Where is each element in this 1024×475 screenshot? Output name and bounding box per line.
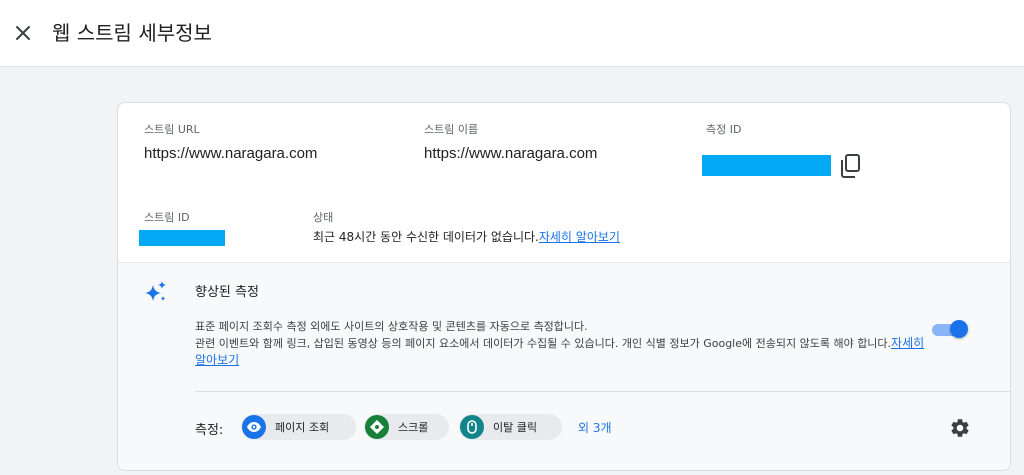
description-line-1: 표준 페이지 조회수 측정 외에도 사이트의 상호작용 및 콘텐츠를 자동으로 … [195,320,588,333]
eye-icon [242,415,266,439]
settings-button[interactable] [949,417,971,439]
stream-id-label: 스트림 ID [144,211,190,224]
top-bar: 웹 스트림 세부정보 [0,0,1024,67]
status-message: 최근 48시간 동안 수신한 데이터가 없습니다.자세히 알아보기 [313,228,620,245]
stream-id-redacted [139,230,225,246]
stream-details-card: 스트림 URL https://www.naragara.com 스트림 이름 … [117,102,1011,471]
status-text: 최근 48시간 동안 수신한 데이터가 없습니다. [313,230,539,244]
stream-url-value: https://www.naragara.com [144,145,318,162]
page-title: 웹 스트림 세부정보 [52,21,212,45]
status-learn-more-link[interactable]: 자세히 알아보기 [539,230,620,244]
stream-name-label: 스트림 이름 [424,123,479,136]
enhanced-measurement-title: 향상된 측정 [195,285,259,300]
chip-scroll-label: 스크롤 [398,421,429,434]
stream-name-value: https://www.naragara.com [424,145,598,162]
enhanced-measurement-description: 표준 페이지 조회수 측정 외에도 사이트의 상호작용 및 콘텐츠를 자동으로 … [195,318,925,369]
section-divider [195,391,1010,392]
chip-outbound-click-label: 이탈 클릭 [493,421,537,434]
chip-page-view-label: 페이지 조회 [275,421,330,434]
more-events-link[interactable]: 외 3개 [578,419,612,436]
measure-label: 측정: [195,423,224,438]
copy-icon [841,154,860,178]
sparkle-icon [145,281,166,301]
measurement-id-label: 측정 ID [706,123,742,136]
gear-icon [951,419,969,437]
toggle-thumb [950,320,968,338]
status-label: 상태 [313,211,334,224]
chip-scroll[interactable]: 스크롤 [364,414,449,440]
mouse-icon [460,415,484,439]
chip-outbound-click[interactable]: 이탈 클릭 [459,414,562,440]
close-icon [16,26,30,40]
chip-page-view[interactable]: 페이지 조회 [241,414,356,440]
scroll-icon [365,415,389,439]
copy-button[interactable] [839,153,863,179]
enhanced-measurement-toggle[interactable] [930,320,968,338]
enhanced-measurement-section: 향상된 측정 표준 페이지 조회수 측정 외에도 사이트의 상호작용 및 콘텐츠… [118,262,1010,470]
close-button[interactable] [10,20,36,46]
measurement-id-redacted [702,155,831,176]
description-line-2: 관련 이벤트와 함께 링크, 삽입된 동영상 등의 페이지 요소에서 데이터가 … [195,337,892,350]
stream-url-label: 스트림 URL [144,123,200,136]
